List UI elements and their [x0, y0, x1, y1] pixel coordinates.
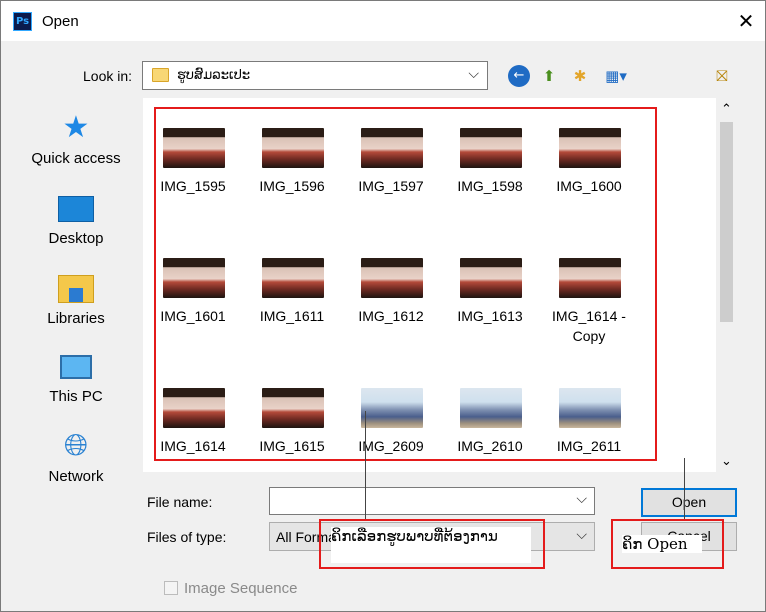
place-label: Network	[48, 468, 104, 485]
view-menu-icon[interactable]: ▦▾	[599, 65, 633, 87]
place-this-pc[interactable]: This PC	[1, 346, 151, 424]
up-folder-icon[interactable]: ⬆	[538, 65, 560, 87]
file-name-field[interactable]: ⌵	[269, 487, 595, 515]
open-dialog: Ps Open ✕ Look in: ຮູບສົມລະເປະ ⌵ ← ⬆ ✱ ▦…	[0, 0, 766, 612]
computer-icon	[1, 346, 151, 386]
look-in-dropdown[interactable]: ຮູບສົມລະເປະ ⌵	[142, 61, 488, 90]
chevron-down-icon: ⌵	[576, 491, 587, 507]
look-in-value: ຮູບສົມລະເປະ	[177, 68, 251, 83]
desktop-icon	[1, 188, 151, 228]
place-network[interactable]: 🌐︎ Network	[1, 426, 151, 504]
close-button[interactable]: ✕	[732, 8, 760, 36]
scroll-up-icon[interactable]: ⌃	[716, 102, 737, 117]
chevron-down-icon: ⌵	[468, 66, 479, 82]
look-in-label: Look in:	[83, 68, 133, 84]
place-libraries[interactable]: Libraries	[1, 268, 151, 346]
place-desktop[interactable]: Desktop	[1, 188, 151, 266]
network-icon: 🌐︎	[64, 428, 88, 463]
image-sequence-checkbox[interactable]	[164, 581, 178, 595]
place-label: This PC	[49, 388, 103, 405]
image-sequence-label: Image Sequence	[184, 580, 298, 597]
place-label: Quick access	[31, 150, 121, 167]
file-name-label: File name:	[147, 494, 213, 510]
place-quick-access[interactable]: ★ Quick access	[1, 108, 151, 186]
back-icon[interactable]: ←	[508, 65, 530, 87]
image-sequence-option[interactable]: Image Sequence	[164, 580, 297, 597]
vertical-scrollbar[interactable]: ⌃ ⌄	[716, 98, 737, 472]
chevron-down-icon: ⌵	[576, 527, 587, 543]
scroll-down-icon[interactable]: ⌄	[716, 454, 737, 469]
files-of-type-label: Files of type:	[147, 529, 227, 545]
place-label: Desktop	[48, 230, 104, 247]
folder-icon	[152, 68, 169, 82]
title-bar: Ps Open ✕	[1, 1, 765, 41]
open-button[interactable]: Open	[641, 488, 737, 517]
places-bar: ★ Quick access Desktop Libraries This PC…	[1, 98, 151, 498]
libraries-icon	[1, 268, 151, 308]
place-label: Libraries	[47, 310, 105, 327]
scrollbar-thumb[interactable]	[720, 122, 733, 322]
photoshop-icon: Ps	[13, 12, 32, 31]
annotation-box	[319, 519, 545, 569]
annotation-leader-line	[365, 411, 366, 521]
new-folder-icon[interactable]: ✱	[569, 65, 591, 87]
desktop-folder-icon[interactable]: ⛝	[711, 65, 733, 87]
selection-highlight-box	[154, 107, 657, 461]
annotation-leader-line	[684, 458, 685, 520]
star-icon: ★	[62, 110, 90, 145]
annotation-box	[611, 519, 724, 569]
window-title: Open	[42, 13, 79, 30]
